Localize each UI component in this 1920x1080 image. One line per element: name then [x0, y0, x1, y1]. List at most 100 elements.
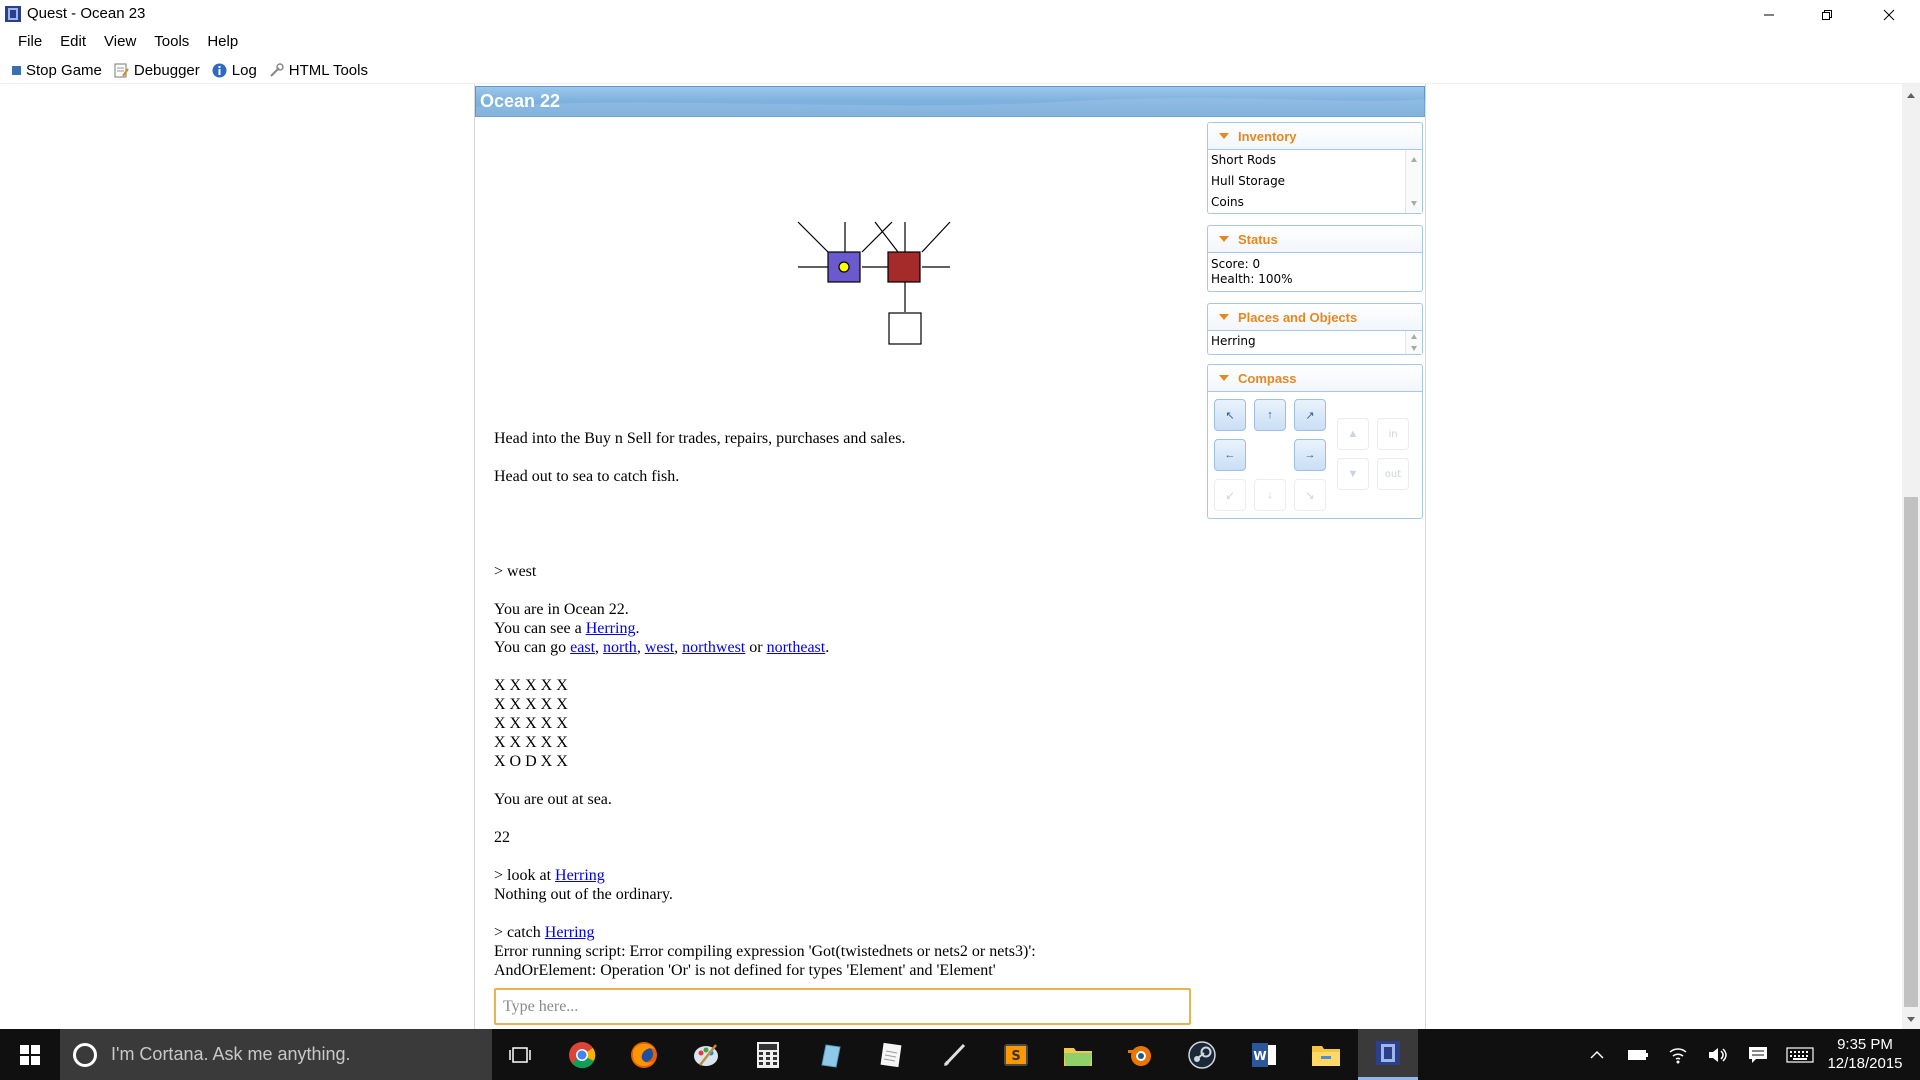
arrow-west-icon: ←	[1224, 449, 1236, 461]
steam-icon	[1188, 1040, 1216, 1069]
menu-tools[interactable]: Tools	[145, 29, 198, 58]
compass-northeast-button[interactable]: ↗	[1294, 399, 1326, 431]
taskbar-app-blue[interactable]	[800, 1029, 860, 1080]
compass-southwest-button[interactable]: ↙	[1214, 479, 1246, 511]
restore-button[interactable]	[1798, 0, 1856, 29]
clock-date: 12/18/2015	[1827, 1055, 1903, 1072]
taskbar-notepad[interactable]	[862, 1029, 922, 1080]
action-center-button[interactable]	[1740, 1029, 1776, 1080]
restore-icon	[1822, 9, 1832, 20]
compass-southeast-button[interactable]: ↘	[1294, 479, 1326, 511]
html-tools-button[interactable]: HTML Tools	[269, 62, 368, 79]
taskbar-blender[interactable]	[1110, 1029, 1170, 1080]
status-pane-header[interactable]: Status	[1208, 226, 1422, 253]
places-scrollbar[interactable]	[1405, 331, 1422, 354]
compass-up-button[interactable]: ▲	[1337, 418, 1369, 450]
grid-row: X X X X X	[494, 715, 568, 732]
stop-game-label: Stop Game	[26, 62, 102, 79]
output-text: You can go	[494, 639, 571, 656]
menu-edit[interactable]: Edit	[51, 29, 95, 58]
output-text: .	[825, 639, 830, 656]
command-input[interactable]	[494, 988, 1191, 1025]
command-echo: > look at Herring	[494, 866, 1194, 885]
object-link-herring[interactable]: Herring	[545, 924, 595, 941]
start-button[interactable]	[0, 1029, 60, 1080]
wifi-tray-button[interactable]	[1660, 1029, 1696, 1080]
scroll-down-arrow-icon[interactable]	[1411, 201, 1417, 206]
collapse-triangle-icon	[1219, 236, 1229, 242]
menu-file[interactable]: File	[9, 29, 51, 58]
exit-link-north[interactable]: north	[603, 639, 637, 656]
scrollbar-thumb[interactable]	[1904, 497, 1918, 1007]
minimize-button[interactable]	[1740, 0, 1798, 29]
scroll-up-arrow-icon[interactable]	[1411, 157, 1417, 162]
svg-text:S: S	[1011, 1049, 1020, 1064]
task-view-button[interactable]	[490, 1029, 550, 1080]
scroll-up-arrow-icon[interactable]	[1411, 334, 1417, 339]
minimize-icon	[1764, 14, 1774, 15]
places-list: Herring	[1208, 331, 1422, 354]
taskbar-chrome[interactable]	[552, 1029, 612, 1080]
object-link-herring[interactable]: Herring	[555, 867, 605, 884]
battery-tray-button[interactable]	[1620, 1029, 1656, 1080]
compass-down-button[interactable]: ▼	[1337, 458, 1369, 490]
output-text: ,	[636, 639, 645, 656]
scroll-down-arrow-icon[interactable]	[1907, 1017, 1915, 1022]
stop-game-button[interactable]: Stop Game	[12, 62, 102, 79]
close-button[interactable]	[1860, 0, 1918, 29]
menu-view[interactable]: View	[95, 29, 145, 58]
html-tools-label: HTML Tools	[288, 62, 368, 79]
taskbar-clock[interactable]: 9:35 PM 12/18/2015	[1817, 1035, 1913, 1073]
exit-link-west[interactable]: west	[645, 639, 674, 656]
taskbar-quest[interactable]	[1358, 1029, 1418, 1080]
compass-north-button[interactable]: ↑	[1254, 399, 1286, 431]
inventory-pane-header[interactable]: Inventory	[1208, 123, 1422, 150]
output-text: You can see a	[494, 620, 586, 637]
main-scrollbar[interactable]	[1902, 84, 1920, 1029]
compass-south-button[interactable]: ↓	[1254, 479, 1286, 511]
exit-link-northwest[interactable]: northwest	[682, 639, 745, 656]
compass-out-button[interactable]: out	[1377, 458, 1409, 490]
compass-in-button[interactable]: in	[1377, 418, 1409, 450]
menu-help[interactable]: Help	[198, 29, 247, 58]
compass-northwest-button[interactable]: ↖	[1214, 399, 1246, 431]
debugger-button[interactable]: Debugger	[114, 62, 200, 79]
command-echo: > catch Herring	[494, 923, 1194, 942]
taskbar-file-explorer[interactable]	[1296, 1029, 1356, 1080]
inventory-item[interactable]: Short Rods	[1208, 150, 1422, 171]
map-player-marker	[838, 261, 850, 273]
log-button[interactable]: Log	[212, 62, 257, 79]
output-text: > look at	[494, 867, 556, 884]
touch-keyboard-button[interactable]	[1780, 1029, 1820, 1080]
places-pane-header[interactable]: Places and Objects	[1208, 304, 1422, 331]
taskbar-word[interactable]: W	[1234, 1029, 1294, 1080]
show-hidden-icons-button[interactable]	[1582, 1029, 1612, 1080]
exit-link-east[interactable]: east	[570, 639, 595, 656]
taskbar-steam[interactable]	[1172, 1029, 1232, 1080]
compass-pane-header[interactable]: Compass	[1208, 365, 1422, 392]
exit-link-northeast[interactable]: northeast	[767, 639, 826, 656]
inventory-scrollbar[interactable]	[1405, 150, 1422, 213]
cortana-search-box[interactable]: I'm Cortana. Ask me anything.	[60, 1029, 492, 1080]
scroll-up-arrow-icon[interactable]	[1907, 93, 1915, 98]
taskbar-folder-green[interactable]	[1048, 1029, 1108, 1080]
collapse-triangle-icon	[1219, 314, 1229, 320]
cortana-placeholder: I'm Cortana. Ask me anything.	[111, 1044, 351, 1064]
taskbar-sublime[interactable]: S	[986, 1029, 1046, 1080]
object-link-herring[interactable]: Herring	[586, 620, 636, 637]
taskbar-paint[interactable]	[676, 1029, 736, 1080]
taskbar-pen[interactable]	[924, 1029, 984, 1080]
wifi-icon	[1669, 1047, 1687, 1063]
html-tools-icon	[270, 63, 284, 77]
window-title: Quest - Ocean 23	[27, 5, 146, 22]
taskbar-calculator[interactable]	[738, 1029, 798, 1080]
volume-tray-button[interactable]	[1700, 1029, 1736, 1080]
inventory-item[interactable]: Hull Storage	[1208, 171, 1422, 192]
taskbar-firefox[interactable]	[614, 1029, 674, 1080]
output-line: You can see a Herring.	[494, 619, 1194, 638]
inventory-item[interactable]: Coins	[1208, 192, 1422, 213]
places-item[interactable]: Herring	[1208, 331, 1422, 352]
scroll-down-arrow-icon[interactable]	[1411, 346, 1417, 351]
compass-east-button[interactable]: →	[1294, 439, 1326, 471]
compass-west-button[interactable]: ←	[1214, 439, 1246, 471]
